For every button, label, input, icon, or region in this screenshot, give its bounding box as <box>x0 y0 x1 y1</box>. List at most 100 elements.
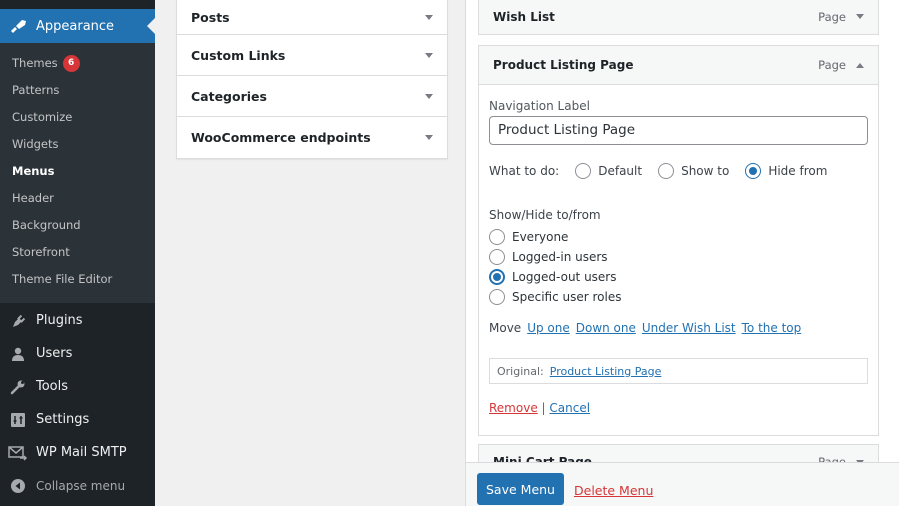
radio-logged-out-users[interactable]: Logged-out users <box>489 267 622 287</box>
menu-item-type: Page <box>818 58 846 72</box>
cancel-link[interactable]: Cancel <box>549 401 590 415</box>
update-count-badge: 6 <box>62 55 80 72</box>
radio-show-to[interactable]: Show to <box>658 163 729 179</box>
accordion-section-posts[interactable]: Posts <box>177 0 447 35</box>
menu-footer: Save Menu Delete Menu <box>466 462 899 506</box>
menu-item-title: Product Listing Page <box>493 58 634 72</box>
move-label: Move <box>489 321 522 335</box>
what-to-do-label: What to do: <box>489 164 560 178</box>
sidebar-item-label: Users <box>36 346 73 361</box>
submenu-item-patterns[interactable]: Patterns <box>0 77 155 104</box>
chevron-down-icon <box>425 14 433 20</box>
radio-label: Logged-out users <box>512 270 617 284</box>
accordion-section-woocommerce-endpoints[interactable]: WooCommerce endpoints <box>177 117 447 158</box>
move-links: Move Up one Down one Under Wish List To … <box>489 321 801 335</box>
original-item-box: Original: Product Listing Page <box>489 358 868 384</box>
radio-label: Specific user roles <box>512 290 622 304</box>
original-page-link[interactable]: Product Listing Page <box>550 365 662 378</box>
radio-label: Show to <box>681 164 730 178</box>
move-under-wish-list-link[interactable]: Under Wish List <box>642 321 736 335</box>
collapse-menu-button[interactable]: Collapse menu <box>0 469 155 502</box>
navigation-label-input[interactable]: Product Listing Page <box>489 116 868 145</box>
radio-logged-in-users[interactable]: Logged-in users <box>489 247 622 267</box>
menu-item-wish-list[interactable]: Wish List Page <box>478 0 879 35</box>
move-down-one-link[interactable]: Down one <box>576 321 636 335</box>
radio-default[interactable]: Default <box>575 163 642 179</box>
sidebar-item-label: Settings <box>36 412 90 427</box>
accordion-title: Posts <box>191 9 230 25</box>
accordion-title: WooCommerce endpoints <box>191 130 371 145</box>
separator: | <box>541 401 546 415</box>
accordion-section-categories[interactable]: Categories <box>177 76 447 117</box>
move-up-one-link[interactable]: Up one <box>527 321 570 335</box>
submenu-item-themes[interactable]: Themes 6 <box>0 50 155 77</box>
accordion-title: Categories <box>191 88 267 104</box>
menu-item-settings: Navigation Label Product Listing Page Wh… <box>478 85 879 436</box>
sidebar-item-appearance[interactable]: Appearance <box>0 9 155 43</box>
radio-label: Logged-in users <box>512 250 608 264</box>
submenu-item-background[interactable]: Background <box>0 212 155 239</box>
submenu-item-widgets[interactable]: Widgets <box>0 131 155 158</box>
remove-link[interactable]: Remove <box>489 401 538 415</box>
wrench-icon <box>0 379 36 395</box>
sidebar-item-settings[interactable]: Settings <box>0 403 155 436</box>
submenu-item-storefront[interactable]: Storefront <box>0 239 155 266</box>
menu-structure-panel: Wish List Page Product Listing Page Page… <box>465 0 899 506</box>
expand-toggle-icon[interactable] <box>856 14 864 19</box>
sidebar-top-strip <box>0 0 155 9</box>
appearance-submenu: Themes 6 Patterns Customize Widgets Menu… <box>0 43 155 303</box>
radio-label: Everyone <box>512 230 569 244</box>
radio-button-selected[interactable] <box>745 163 762 179</box>
collapse-arrow-icon <box>0 478 36 494</box>
submenu-item-customize[interactable]: Customize <box>0 104 155 131</box>
plugin-icon <box>0 313 36 329</box>
radio-button[interactable] <box>489 289 505 305</box>
settings-icon <box>0 412 36 428</box>
submenu-item-menus[interactable]: Menus <box>0 158 155 185</box>
accordion-section-custom-links[interactable]: Custom Links <box>177 35 447 76</box>
add-menu-items-accordion: Posts Custom Links Categories WooCommerc… <box>176 0 448 159</box>
radio-label: Default <box>598 164 643 178</box>
original-label: Original: <box>497 364 544 378</box>
item-actions: Remove | Cancel <box>489 401 590 415</box>
save-menu-button[interactable]: Save Menu <box>477 473 564 505</box>
what-to-do-group: What to do: Default Show to Hide from <box>489 163 827 179</box>
radio-button[interactable] <box>575 163 592 179</box>
sidebar-item-label: Appearance <box>36 18 115 34</box>
chevron-down-icon <box>425 135 433 140</box>
chevron-down-icon <box>425 93 433 99</box>
chevron-down-icon <box>425 52 433 58</box>
sidebar-item-tools[interactable]: Tools <box>0 370 155 403</box>
current-menu-arrow <box>147 18 155 34</box>
menu-item-product-listing-page[interactable]: Product Listing Page Page <box>478 45 879 85</box>
sidebar-item-wp-mail-smtp[interactable]: WP Mail SMTP <box>0 436 155 469</box>
show-hide-group: Everyone Logged-in users Logged-out user… <box>489 227 622 307</box>
submenu-item-theme-file-editor[interactable]: Theme File Editor <box>0 266 155 293</box>
admin-sidebar: Appearance Themes 6 Patterns Customize W… <box>0 0 155 506</box>
radio-everyone[interactable]: Everyone <box>489 227 622 247</box>
radio-label: Hide from <box>768 164 828 178</box>
menu-item-title: Wish List <box>493 9 555 24</box>
move-to-top-link[interactable]: To the top <box>742 321 802 335</box>
menu-item-type: Page <box>818 9 846 24</box>
sidebar-item-plugins[interactable]: Plugins <box>0 304 155 337</box>
submenu-item-header[interactable]: Header <box>0 185 155 212</box>
radio-button[interactable] <box>489 229 505 245</box>
accordion-title: Custom Links <box>191 47 286 63</box>
mail-icon <box>0 445 36 461</box>
radio-button[interactable] <box>489 249 505 265</box>
sidebar-item-label: Tools <box>36 379 69 394</box>
radio-button-selected[interactable] <box>489 269 505 285</box>
sidebar-item-label: WP Mail SMTP <box>36 445 127 460</box>
delete-menu-link[interactable]: Delete Menu <box>574 483 653 498</box>
submenu-label: Themes <box>12 56 58 70</box>
collapse-toggle-icon[interactable] <box>856 62 864 68</box>
sidebar-item-label: Plugins <box>36 313 83 328</box>
radio-specific-user-roles[interactable]: Specific user roles <box>489 287 622 307</box>
navigation-label-caption: Navigation Label <box>489 99 590 113</box>
radio-button[interactable] <box>658 163 675 179</box>
user-icon <box>0 346 36 362</box>
radio-hide-from[interactable]: Hide from <box>745 163 827 179</box>
paintbrush-icon <box>0 18 36 34</box>
sidebar-item-users[interactable]: Users <box>0 337 155 370</box>
